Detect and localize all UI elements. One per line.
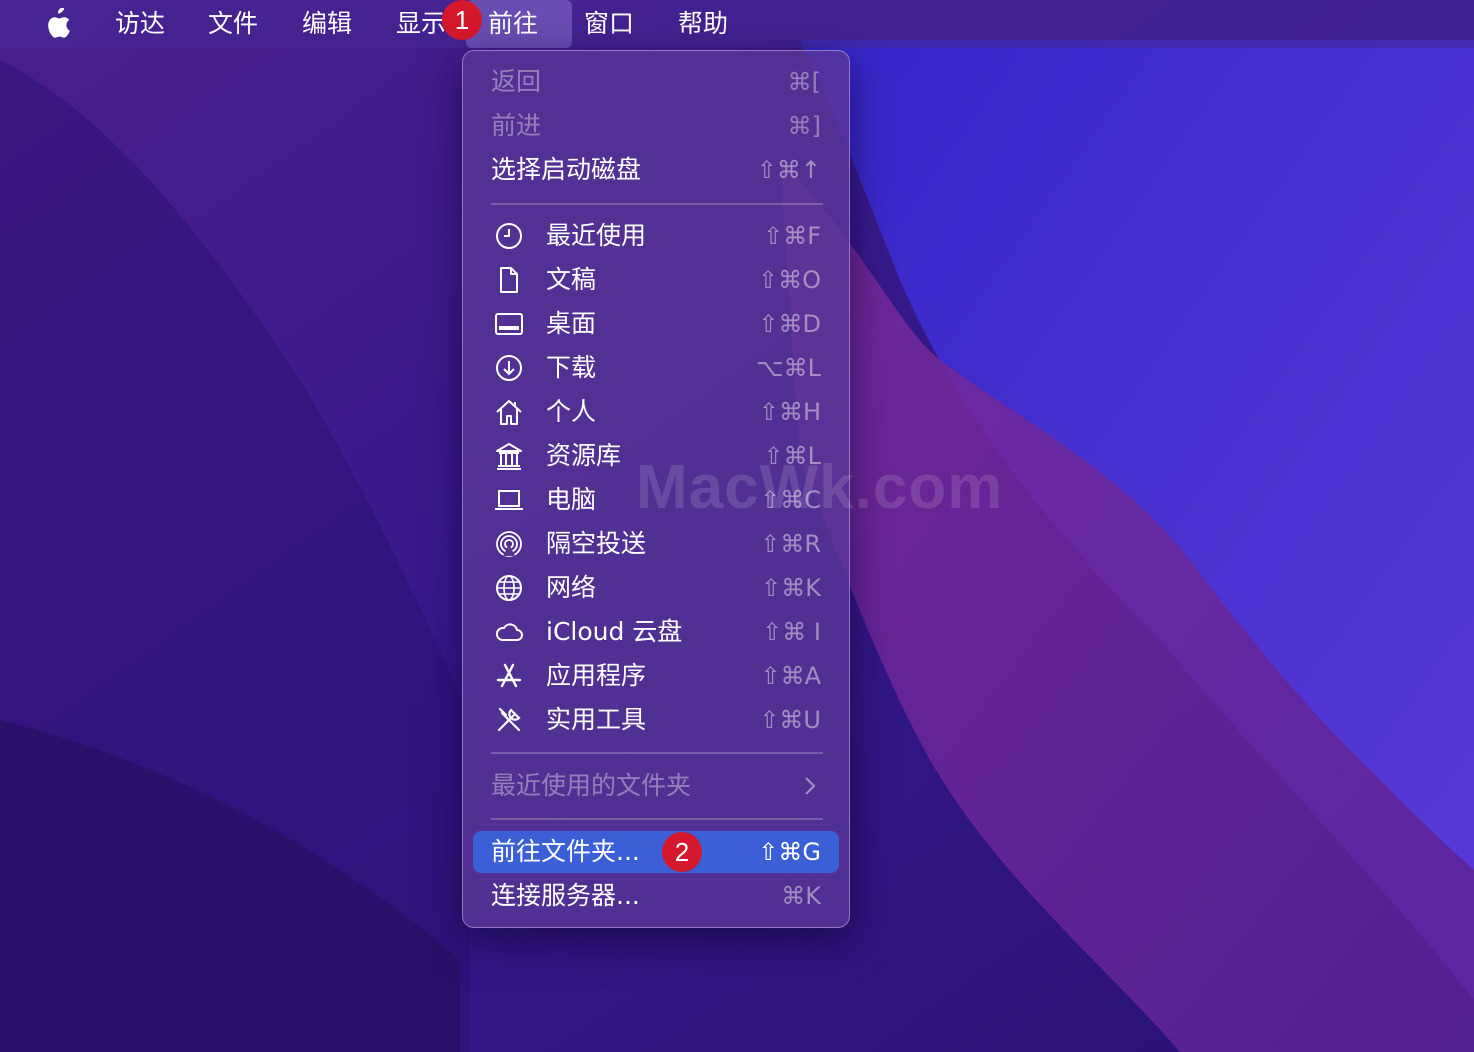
step-2-badge: 2 xyxy=(662,832,702,872)
shortcut-label: ⌘[ xyxy=(787,68,821,96)
menu-edit[interactable]: 编辑 xyxy=(280,0,374,48)
menu-item-label: 选择启动磁盘 xyxy=(491,155,642,184)
menu-separator xyxy=(491,203,823,205)
menu-item-airdrop[interactable]: 隔空投送 ⇧⌘R xyxy=(473,523,839,565)
cloud-icon xyxy=(494,617,524,647)
menu-item-recents[interactable]: 最近使用 ⇧⌘F xyxy=(473,215,839,257)
menu-item-label: 最近使用 xyxy=(546,221,647,250)
menu-item-label: 前进 xyxy=(491,111,542,140)
menu-file[interactable]: 文件 xyxy=(186,0,280,48)
menu-item-downloads[interactable]: 下载 ⌥⌘L xyxy=(473,347,839,389)
menu-item-startup-disk[interactable]: 选择启动磁盘 ⇧⌘↑ xyxy=(473,149,839,191)
menu-item-network[interactable]: 网络 ⇧⌘K xyxy=(473,567,839,609)
shortcut-label: ⇧⌘F xyxy=(763,222,821,250)
menu-item-label: 最近使用的文件夹 xyxy=(491,771,692,800)
menu-separator xyxy=(491,752,823,754)
shortcut-label: ⇧⌘G xyxy=(758,838,821,866)
desktop-icon xyxy=(494,309,524,339)
menu-item-label: 应用程序 xyxy=(546,661,647,690)
menu-item-label: 个人 xyxy=(546,397,597,426)
menu-bar: 访达 文件 编辑 显示 前往 窗口 帮助 xyxy=(0,0,1474,48)
menu-item-label: 隔空投送 xyxy=(546,529,647,558)
clock-icon xyxy=(494,221,524,251)
tools-icon xyxy=(494,705,524,735)
menu-item-utilities[interactable]: 实用工具 ⇧⌘U xyxy=(473,699,839,741)
home-icon xyxy=(494,397,524,427)
step-1-badge: 1 xyxy=(442,0,482,40)
menu-item-connect-server[interactable]: 连接服务器... ⌘K xyxy=(473,875,839,917)
menu-item-label: 桌面 xyxy=(546,309,597,338)
shortcut-label: ⇧⌘↑ xyxy=(756,156,821,184)
menu-item-label: 连接服务器... xyxy=(491,881,640,910)
menu-item-desktop[interactable]: 桌面 ⇧⌘D xyxy=(473,303,839,345)
menu-item-label: 返回 xyxy=(491,67,542,96)
app-store-icon xyxy=(494,661,524,691)
shortcut-label: ⇧⌘H xyxy=(758,398,821,426)
library-icon xyxy=(494,441,524,471)
globe-icon xyxy=(494,573,524,603)
menu-finder[interactable]: 访达 xyxy=(93,0,187,48)
menu-help[interactable]: 帮助 xyxy=(656,0,750,48)
shortcut-label: ⇧⌘K xyxy=(761,574,821,602)
shortcut-label: ⇧⌘O xyxy=(758,266,821,294)
menu-item-label: 文稿 xyxy=(546,265,597,294)
menu-item-forward[interactable]: 前进 ⌘] xyxy=(473,105,839,147)
download-icon xyxy=(494,353,524,383)
watermark: MacWk.com xyxy=(636,453,1004,522)
apple-logo-icon[interactable] xyxy=(42,8,72,40)
menu-item-label: 下载 xyxy=(546,353,597,382)
menu-item-home[interactable]: 个人 ⇧⌘H xyxy=(473,391,839,433)
shortcut-label: ⇧⌘R xyxy=(760,530,821,558)
shortcut-label: ⇧⌘D xyxy=(758,310,821,338)
airdrop-icon xyxy=(494,529,524,559)
menu-item-label: 实用工具 xyxy=(546,705,647,734)
menu-window[interactable]: 窗口 xyxy=(562,0,656,48)
shortcut-label: ⌘] xyxy=(787,112,821,140)
menu-item-back[interactable]: 返回 ⌘[ xyxy=(473,61,839,103)
menu-item-label: 资源库 xyxy=(546,441,622,470)
menu-separator xyxy=(491,818,823,820)
shortcut-label: ⌥⌘L xyxy=(755,354,821,382)
menu-item-go-to-folder[interactable]: 前往文件夹... ⇧⌘G xyxy=(473,831,839,873)
document-icon xyxy=(494,265,524,295)
shortcut-label: ⇧⌘ I xyxy=(762,618,821,646)
menu-item-label: iCloud 云盘 xyxy=(546,617,683,646)
shortcut-label: ⇧⌘A xyxy=(760,662,821,690)
laptop-icon xyxy=(494,485,524,515)
shortcut-label: ⌘K xyxy=(781,882,821,910)
chevron-right-icon xyxy=(805,777,816,795)
menu-item-label: 电脑 xyxy=(546,485,597,514)
menu-item-icloud-drive[interactable]: iCloud 云盘 ⇧⌘ I xyxy=(473,611,839,653)
menu-item-documents[interactable]: 文稿 ⇧⌘O xyxy=(473,259,839,301)
menu-go[interactable]: 前往 xyxy=(466,0,572,48)
menu-item-label: 前往文件夹... xyxy=(491,837,640,866)
shortcut-label: ⇧⌘U xyxy=(759,706,821,734)
menu-item-label: 网络 xyxy=(546,573,597,602)
menu-item-applications[interactable]: 应用程序 ⇧⌘A xyxy=(473,655,839,697)
menu-item-recent-folders[interactable]: 最近使用的文件夹 xyxy=(473,765,839,807)
